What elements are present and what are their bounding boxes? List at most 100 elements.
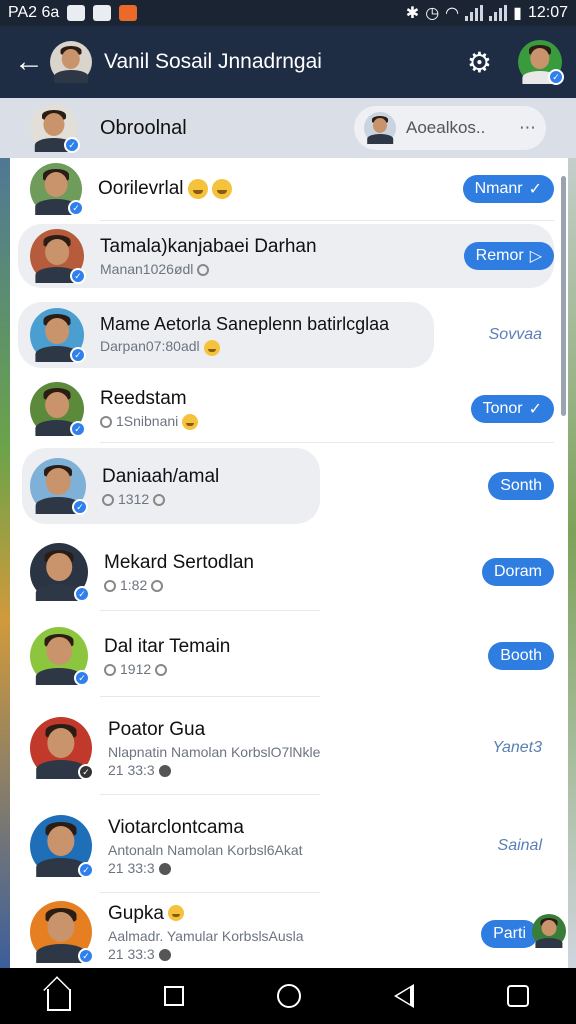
pinned-pill[interactable]: Aoealkos.. ⋯	[354, 106, 546, 150]
battery-icon: ▮	[513, 5, 522, 22]
status-icon	[151, 579, 164, 592]
profile-avatar[interactable]: ✓	[518, 40, 564, 85]
bluetooth-icon: ✱	[405, 5, 420, 22]
recents-icon[interactable]	[163, 986, 184, 1006]
status-icon	[158, 948, 171, 961]
wifi-icon: ◠	[445, 5, 460, 22]
message-preview: 1312	[118, 490, 150, 507]
list-item[interactable]: ✓ Dal itar Temain 1912 Booth	[10, 616, 568, 696]
row-action-button[interactable]: Doram	[481, 558, 554, 586]
smile-emoji-icon	[211, 178, 232, 199]
verified-badge-icon: ✓	[70, 268, 86, 284]
message-preview: 1Snibnani	[116, 412, 179, 429]
verified-badge-icon: ✓	[70, 347, 86, 363]
row-action-button[interactable]: Tonor ✓	[470, 395, 554, 423]
system-nav-bar	[0, 968, 576, 1024]
row-action-button[interactable]: Remor ▷	[463, 242, 554, 270]
gear-icon[interactable]: ⚙	[467, 46, 492, 79]
divider	[100, 696, 320, 697]
list-item[interactable]: ✓ Oorilevrlal Nmanr ✓	[10, 158, 568, 220]
list-item[interactable]: ✓ Mekard Sertodlan 1:82 Doram	[10, 534, 568, 610]
avatar: ✓	[30, 104, 80, 153]
avatar: ✓	[30, 382, 86, 437]
page-title: Vanil Sosail Jnnadrngai	[104, 50, 322, 73]
contact-name: Daniaah/amal	[102, 465, 220, 487]
timestamp: 21 33:3	[108, 945, 155, 962]
avatar: ✓	[30, 229, 86, 284]
row-action-button[interactable]: Sovvaa	[477, 321, 554, 349]
circle-home-icon[interactable]	[276, 984, 301, 1008]
conversation-list: ✓ Oorilevrlal Nmanr ✓ ✓ Tamala)kanjabaei …	[10, 158, 568, 968]
contact-name: Tamala)kanjabaei Darhan	[100, 235, 317, 257]
contact-name: Viotarclontcama	[108, 816, 244, 838]
search-icon	[104, 579, 116, 592]
home-icon[interactable]	[46, 989, 71, 1011]
verified-badge-icon: ✓	[68, 200, 84, 216]
timestamp: 21 33:3	[108, 859, 155, 876]
list-item[interactable]: ✓ Poator Gua Nlapnatin Namolan KorbslO7l…	[10, 702, 568, 794]
avatar: ✓	[30, 458, 88, 515]
divider	[100, 794, 320, 795]
background-strip	[0, 98, 10, 968]
status-bar: PA2 6a ✱ ◷ ◠ ▮ 12:07	[0, 0, 576, 26]
message-preview: Darpan07:80adl	[100, 338, 200, 355]
avatar: ✓	[30, 815, 94, 878]
list-item[interactable]: ✓ Daniaah/amal 1312 Sonth	[10, 448, 568, 524]
app-header: ← Vanil Sosail Jnnadrngai ⚙ ✓	[0, 26, 576, 98]
verified-badge-icon: ✓	[78, 862, 94, 878]
arrow-left-icon[interactable]: ←	[14, 45, 50, 79]
list-item[interactable]: ✓ Gupka Aalmadr. Yamular KorbslsAusla 21…	[10, 896, 568, 968]
row-action-button[interactable]: Nmanr ✓	[462, 175, 554, 203]
contact-name: Mame Aetorla Saneplenn batirlcglaa	[100, 314, 390, 335]
pill-text: Aoealkos..	[406, 118, 486, 137]
message-preview: Nlapnatin Namolan KorbslO7lNkle	[108, 743, 321, 760]
signal-2-icon	[489, 5, 508, 21]
row-action-button[interactable]: Booth	[488, 642, 554, 670]
avatar[interactable]	[50, 41, 92, 83]
contact-name: Poator Gua	[108, 718, 206, 740]
row-action-button[interactable]: Yanet3	[480, 734, 554, 762]
contact-name: Gupka	[108, 902, 164, 924]
status-icon	[197, 263, 210, 276]
contact-name: Oorilevrlal	[98, 178, 184, 199]
verified-badge-icon: ✓	[64, 137, 80, 153]
search-icon	[100, 416, 112, 429]
background-strip-right	[568, 98, 576, 968]
row-action-button[interactable]: Parti	[481, 920, 538, 948]
pinned-conversation[interactable]: ✓ Obroolnal Aoealkos.. ⋯	[0, 98, 576, 158]
message-preview: Aalmadr. Yamular KorbslsAusla	[108, 927, 304, 944]
more-icon[interactable]: ⋯	[519, 118, 536, 138]
status-time: 12:07	[527, 4, 568, 21]
rotate-icon[interactable]	[507, 985, 530, 1007]
message-preview: 1:82	[120, 576, 148, 593]
status-icon	[155, 663, 168, 676]
list-item[interactable]: ✓ Reedstam 1Snibnani Tonor ✓	[10, 376, 568, 442]
row-action-button[interactable]: Sonth	[488, 472, 554, 500]
list-item[interactable]: ✓ Viotarclontcama Antonaln Namolan Korbs…	[10, 800, 568, 892]
list-item[interactable]: ✓ Mame Aetorla Saneplenn batirlcglaa Dar…	[10, 302, 568, 368]
app-notification-icon	[119, 5, 138, 21]
row-action-button[interactable]: Sainal	[486, 832, 554, 860]
signal-icon	[465, 5, 484, 21]
smile-emoji-icon	[203, 339, 220, 356]
verified-badge-icon: ✓	[70, 421, 86, 437]
message-preview: 1912	[120, 660, 152, 677]
divider	[100, 610, 320, 611]
avatar: ✓	[30, 901, 94, 964]
avatar	[364, 112, 396, 144]
timestamp: 21 33:3	[108, 761, 155, 778]
list-item[interactable]: ✓ Tamala)kanjabaei Darhan Manan1026ødl R…	[10, 224, 568, 288]
avatar[interactable]	[532, 914, 566, 948]
back-icon[interactable]	[394, 984, 415, 1008]
verified-badge-icon: ✓	[72, 499, 88, 515]
avatar: ✓	[30, 717, 94, 780]
verified-badge-icon: ✓	[78, 948, 94, 964]
status-icon	[102, 493, 114, 506]
verified-badge-icon: ✓	[78, 764, 94, 780]
smile-emoji-icon	[167, 905, 184, 922]
status-icon	[158, 862, 171, 875]
status-icon	[158, 764, 171, 777]
contact-name: Mekard Sertodlan	[104, 551, 254, 573]
message-preview: Antonaln Namolan Korbsl6Akat	[108, 841, 303, 858]
smile-emoji-icon	[182, 414, 199, 431]
